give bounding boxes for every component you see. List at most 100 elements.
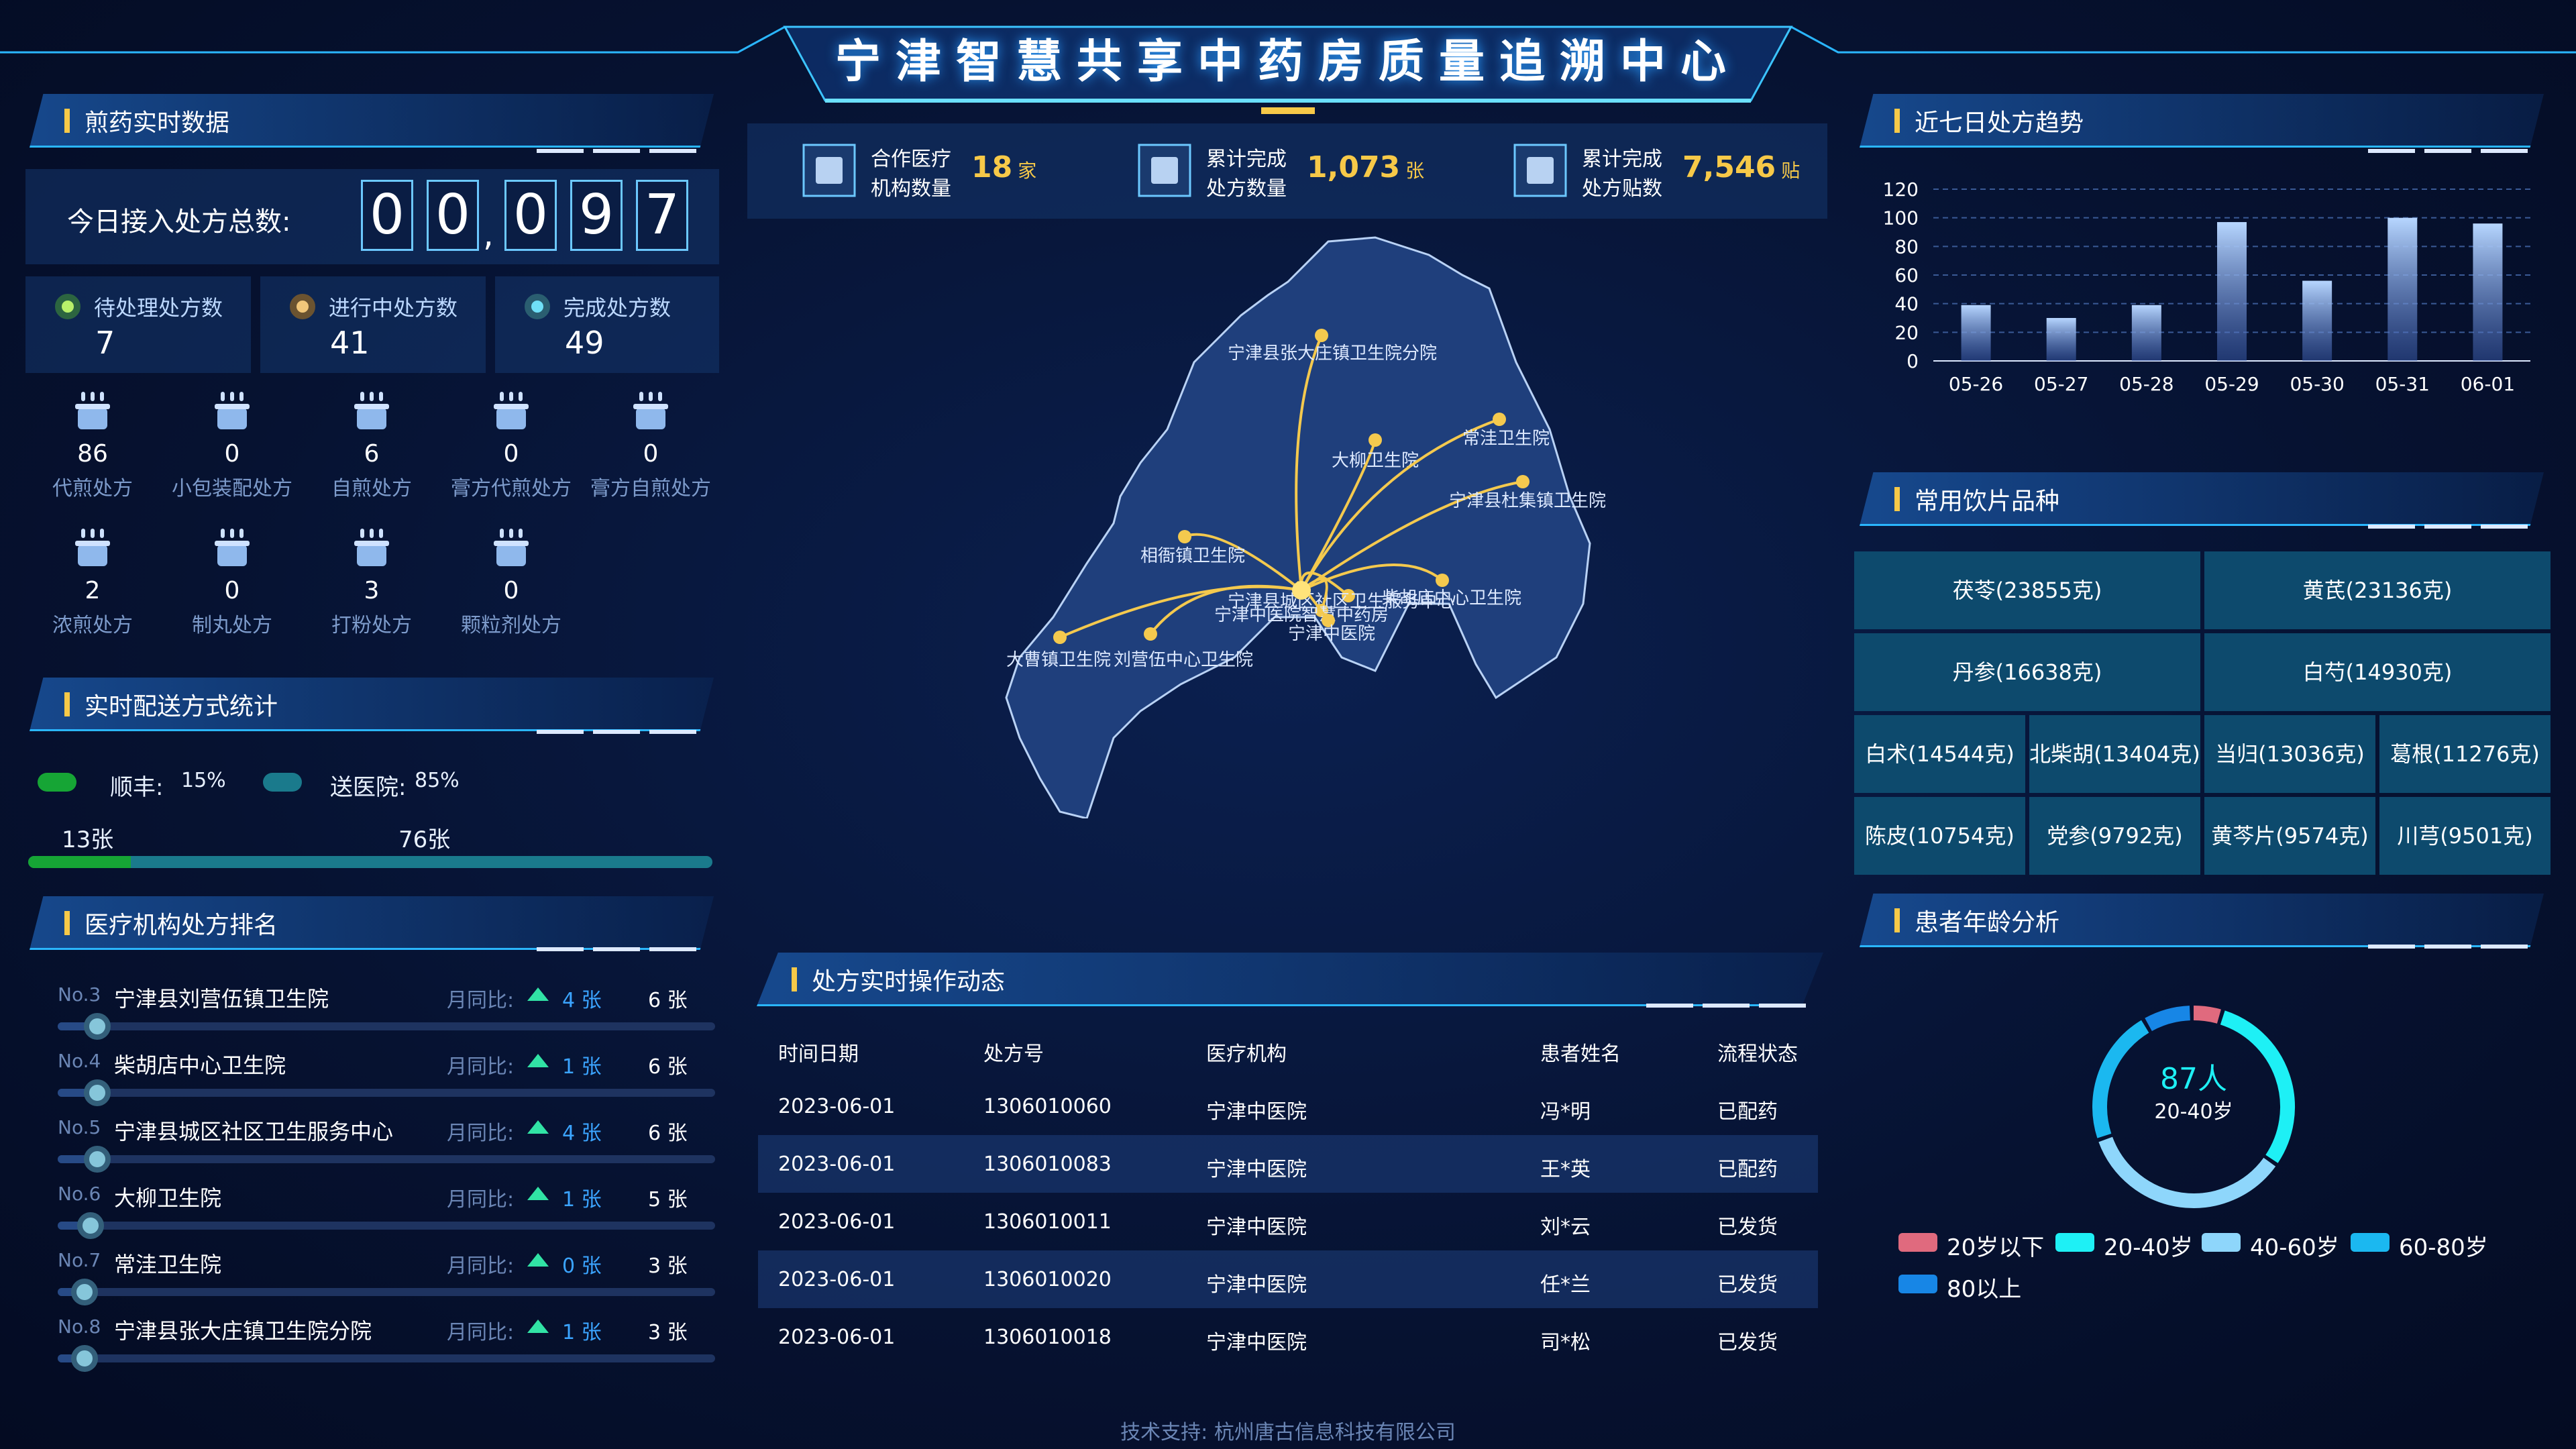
table-cell: 2023-06-01	[778, 1268, 896, 1291]
decoction-type-item: 3 打粉处方	[305, 525, 439, 638]
herb-cell[interactable]: 陈皮(10754克)	[1854, 797, 2025, 875]
site-marker-icon[interactable]	[1516, 475, 1529, 488]
ranking-row[interactable]: No.4 柴胡店中心卫生院 月同比: 1 张 6 张	[58, 1050, 715, 1117]
status-label: 待处理处方数	[94, 295, 223, 321]
status-dot-icon	[55, 294, 80, 319]
kpi-value: 7,546 贴	[1682, 150, 1800, 184]
prescription-icon	[1138, 144, 1191, 197]
ranking-row[interactable]: No.5 宁津县城区社区卫生服务中心 月同比: 4 张 6 张	[58, 1116, 715, 1183]
table-row[interactable]: 2023-06-01 1306010011 宁津中医院 刘*云 已发货	[758, 1193, 1818, 1250]
kpi-value: 1,073 张	[1307, 150, 1424, 184]
region-map: 宁津县张大庄镇卫生院分院大柳卫生院常洼卫生院宁津县杜集镇卫生院相衙镇卫生院柴胡店…	[1005, 236, 1606, 818]
ranking-track	[58, 1155, 715, 1163]
chart-bar[interactable]	[2387, 217, 2418, 361]
site-marker-icon[interactable]	[1368, 433, 1382, 447]
donut-segment[interactable]	[2098, 1136, 2276, 1208]
age-legend-label[interactable]: 20岁以下	[1947, 1229, 2044, 1262]
ranking-row[interactable]: No.6 大柳卫生院 月同比: 1 张 5 张	[58, 1183, 715, 1250]
column-header: 处方号	[983, 1042, 1044, 1066]
column-header: 患者姓名	[1540, 1042, 1621, 1066]
decoction-type-label: 代煎处方	[52, 477, 133, 500]
chart-bar[interactable]	[2302, 280, 2332, 361]
status-card-pending: 待处理处方数 7	[25, 276, 251, 373]
hub-marker-icon[interactable]	[1292, 581, 1311, 600]
ranking-slider-knob[interactable]	[83, 1079, 111, 1106]
herb-cell[interactable]: 川芎(9501克)	[2379, 797, 2551, 875]
age-legend-label[interactable]: 80以上	[1947, 1271, 2021, 1303]
ranking-number: No.6	[58, 1183, 101, 1205]
table-cell: 2023-06-01	[778, 1326, 896, 1349]
herb-cell[interactable]: 北柴胡(13404克)	[2029, 715, 2200, 793]
chart-bar[interactable]	[1961, 305, 1991, 361]
counter-separator: ,	[483, 215, 494, 254]
table-row[interactable]: 2023-06-01 1306010020 宁津中医院 任*兰 已发货	[758, 1250, 1818, 1308]
kpi-number: 18	[971, 150, 1013, 184]
site-marker-icon[interactable]	[1436, 574, 1449, 587]
map-site-label: 宁津县杜集镇卫生院	[1449, 491, 1606, 511]
herb-cell[interactable]: 白术(14544克)	[1854, 715, 2025, 793]
herb-cell[interactable]: 黄芩片(9574克)	[2204, 797, 2375, 875]
site-marker-icon[interactable]	[1315, 329, 1328, 342]
section-title: 近七日处方趋势	[1915, 109, 2084, 137]
section-ranking: 医疗机构处方排名	[30, 896, 714, 950]
decoction-type-value: 0	[503, 440, 519, 468]
site-marker-icon[interactable]	[1178, 530, 1191, 543]
ranking-row[interactable]: No.8 宁津县张大庄镇卫生院分院 月同比: 1 张 3 张	[58, 1316, 715, 1383]
counter-digit: 9	[570, 180, 623, 251]
table-cell: 1306010060	[983, 1095, 1112, 1118]
ranking-slider-knob[interactable]	[77, 1212, 104, 1239]
ranking-slider-knob[interactable]	[83, 1013, 111, 1040]
ranking-slider-knob[interactable]	[71, 1279, 98, 1305]
ranking-slider-knob[interactable]	[71, 1345, 98, 1372]
table-row[interactable]: 2023-06-01 1306010083 宁津中医院 王*英 已配药	[758, 1135, 1818, 1193]
chart-bar[interactable]	[2131, 305, 2161, 361]
age-legend-label[interactable]: 40-60岁	[2250, 1229, 2339, 1262]
table-cell: 已发货	[1717, 1331, 1778, 1354]
decoction-type-label: 膏方自煎处方	[590, 477, 711, 500]
herb-cell[interactable]: 党参(9792克)	[2029, 797, 2200, 875]
footer-credit: 技术支持: 杭州唐古信息科技有限公司	[1120, 1421, 1456, 1444]
legend-percent: 15%	[181, 769, 226, 792]
table-row[interactable]: 2023-06-01 1306010060 宁津中医院 冯*明 已配药	[758, 1077, 1818, 1135]
ranking-yoy-label: 月同比:	[447, 1188, 515, 1212]
table-cell: 已发货	[1717, 1273, 1778, 1297]
status-card-done: 完成处方数 49	[495, 276, 719, 373]
status-dot-icon	[525, 294, 550, 319]
herb-cell[interactable]: 丹参(16638克)	[1854, 633, 2200, 711]
donut-center-value: 87人	[2160, 1062, 2227, 1096]
decoction-type-label: 小包装配处方	[172, 477, 292, 500]
table-row[interactable]: 2023-06-01 1306010018 宁津中医院 司*松 已发货	[758, 1308, 1818, 1366]
herb-cell[interactable]: 白芍(14930克)	[2204, 633, 2551, 711]
herb-cell[interactable]: 黄芪(23136克)	[2204, 551, 2551, 629]
age-legend-label[interactable]: 20-40岁	[2104, 1229, 2193, 1262]
site-marker-icon[interactable]	[1053, 631, 1067, 644]
site-marker-icon[interactable]	[1144, 627, 1157, 641]
decoction-type-item: 2 浓煎处方	[25, 525, 160, 638]
chart-bar[interactable]	[2473, 223, 2503, 361]
ranking-track	[58, 1022, 715, 1030]
calendar-icon	[1513, 144, 1567, 197]
age-legend-label[interactable]: 60-80岁	[2399, 1229, 2488, 1262]
ranking-track	[58, 1354, 715, 1362]
ranking-total: 5 张	[648, 1188, 688, 1212]
ranking-row[interactable]: No.7 常洼卫生院 月同比: 0 张 3 张	[58, 1249, 715, 1316]
herb-cell[interactable]: 茯苓(23855克)	[1854, 551, 2200, 629]
donut-segment[interactable]	[2193, 1006, 2221, 1024]
map-site-label: 宁津县张大庄镇卫生院分院	[1228, 343, 1437, 364]
chart-bar[interactable]	[2217, 222, 2247, 361]
ranking-increase-unit: 张	[581, 1122, 602, 1145]
delivery-share-bar	[28, 856, 712, 868]
site-marker-icon[interactable]	[1493, 413, 1506, 426]
herb-cell[interactable]: 当归(13036克)	[2204, 715, 2375, 793]
ranking-institution: 大柳卫生院	[114, 1185, 222, 1211]
ranking-number: No.3	[58, 983, 101, 1006]
ranking-increase: 1 张	[562, 1050, 602, 1079]
donut-segment[interactable]	[2145, 1006, 2191, 1032]
herb-cell[interactable]: 葛根(11276克)	[2379, 715, 2551, 793]
ranking-total: 3 张	[648, 1321, 688, 1344]
ranking-slider-knob[interactable]	[83, 1146, 111, 1173]
chart-bar[interactable]	[2046, 318, 2076, 361]
ranking-row[interactable]: No.3 宁津县刘营伍镇卫生院 月同比: 4 张 6 张	[58, 983, 715, 1051]
section-trend: 近七日处方趋势	[1860, 94, 2544, 148]
counter-digit: 0	[427, 180, 479, 251]
